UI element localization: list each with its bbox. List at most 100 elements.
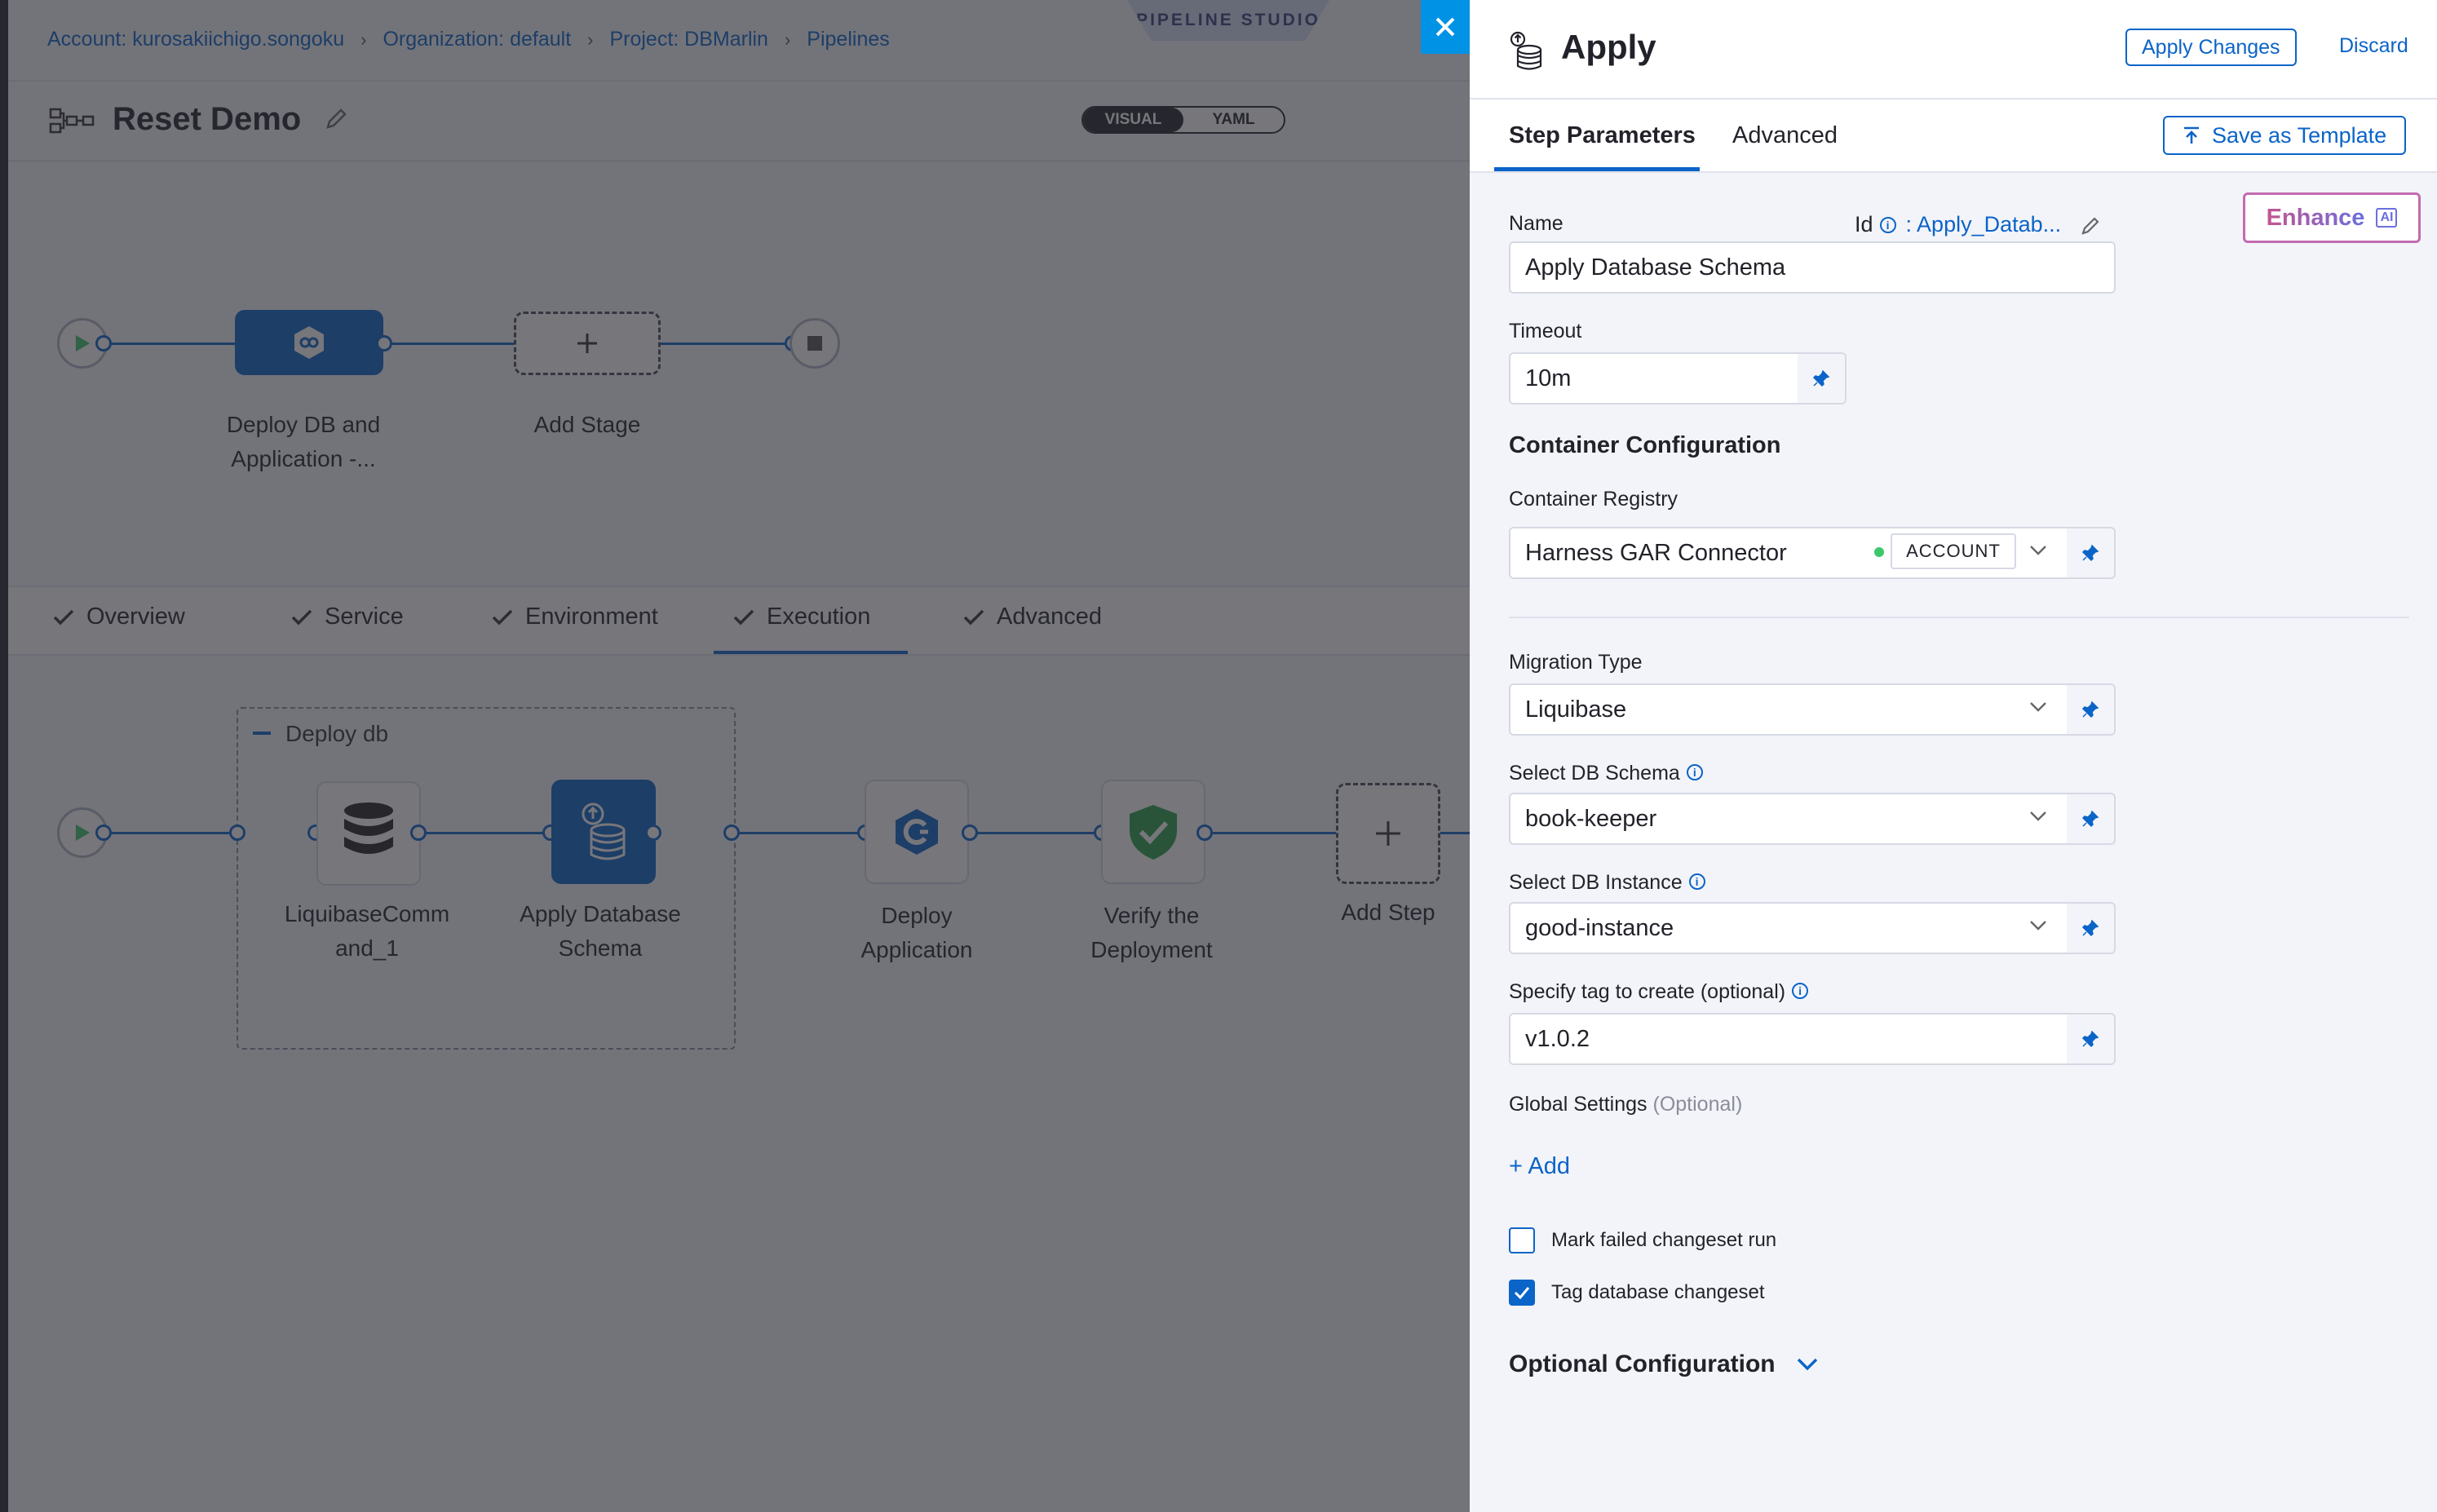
info-icon[interactable]: i [1688,873,1705,890]
visual-view-button[interactable]: VISUAL [1083,108,1183,132]
apply-changes-button[interactable]: Apply Changes [2125,29,2297,66]
panel-header: Apply Apply Changes Discard [1470,0,2437,99]
database-icon [344,802,393,854]
step-label: Deploy Application [860,903,973,962]
tag-changeset-label: Tag database changeset [1551,1281,1765,1303]
tag-changeset-checkbox-row[interactable]: Tag database changeset [1509,1280,1765,1306]
db-instance-value: good-instance [1525,914,1674,941]
container-registry-value: Harness GAR Connector [1525,539,1787,566]
pipeline-end-node [789,318,840,369]
connector-dot [229,825,245,841]
migration-type-value: Liquibase [1525,696,1627,723]
db-instance-label: Select DB Instance i [1509,871,1705,895]
panel-tabs: Step Parameters Advanced Save as Templat… [1470,99,2437,173]
info-icon[interactable]: i [1686,764,1703,780]
yaml-view-button[interactable]: YAML [1183,108,1284,132]
tab-execution[interactable]: Execution [732,603,870,630]
pin-icon[interactable] [2067,527,2116,579]
add-global-setting-link[interactable]: + Add [1509,1153,1570,1180]
step-deploy-application[interactable] [865,780,969,884]
breadcrumb-separator: › [360,29,367,50]
name-label: Name [1509,212,1563,235]
database-icon [582,802,626,860]
connector-dot [95,825,112,841]
chevron-down-icon [2030,702,2046,712]
connector-dot [962,825,978,841]
connector-dot [376,335,392,351]
check-icon [492,609,513,625]
close-panel-button[interactable] [1421,0,1470,54]
info-icon[interactable]: i [1879,216,1896,233]
step-label: Verify the Deployment [1090,903,1213,962]
optional-configuration-toggle[interactable]: Optional Configuration [1509,1351,1818,1378]
tab-environment[interactable]: Environment [491,603,658,630]
chevron-down-icon [2030,546,2046,555]
step-label: Apply Database Schema [520,901,681,961]
step-apply-database-schema[interactable] [551,780,656,884]
stage-connector-line [82,343,791,345]
tag-input[interactable]: v1.0.2 [1509,1013,2068,1065]
stage-label: Deploy DB and Application -... [226,412,381,471]
stage-label: Add Stage [533,412,641,437]
chevron-down-icon [1797,1358,1817,1371]
id-value: : Apply_Datab... [1905,212,2062,237]
tab-step-parameters[interactable]: Step Parameters [1509,122,1696,149]
step-group-deploy-db[interactable] [237,707,736,1050]
close-icon [1435,17,1455,37]
db-schema-select[interactable]: book-keeper [1509,793,2068,845]
timeout-input[interactable]: 10m [1509,352,1799,405]
enhance-label: Enhance [2266,204,2365,231]
migration-type-select[interactable]: Liquibase [1509,683,2068,736]
breadcrumb-pipelines[interactable]: Pipelines [807,28,889,51]
pin-icon[interactable] [1798,352,1847,405]
timeout-label: Timeout [1509,320,1582,343]
step-label: LiquibaseComm and_1 [284,901,450,961]
name-input[interactable]: Apply Database Schema [1509,241,2116,294]
tab-advanced[interactable]: Advanced [962,603,1102,630]
status-dot [1874,547,1884,557]
add-stage-button[interactable] [514,312,661,375]
id-label: Id [1855,212,1873,237]
shield-check-icon [1130,805,1177,860]
breadcrumb-account[interactable]: Account: kurosakiichigo.songoku [47,28,344,51]
active-tab-indicator [1494,167,1700,171]
save-as-template-button[interactable]: Save as Template [2163,116,2407,155]
tab-advanced[interactable]: Advanced [1732,122,1838,149]
mark-failed-checkbox-row[interactable]: Mark failed changeset run [1509,1227,1776,1253]
tab-service[interactable]: Service [290,603,404,630]
pin-icon[interactable] [2067,793,2116,845]
tab-overview[interactable]: Overview [52,603,185,630]
connector-dot [645,825,661,841]
stage-deploy-db[interactable] [235,310,383,375]
check-icon [291,609,312,625]
pin-icon[interactable] [2067,902,2116,954]
db-instance-select[interactable]: good-instance [1509,902,2068,954]
connector-dot [410,825,427,841]
step-verify-deployment[interactable] [1101,780,1205,884]
enhance-ai-button[interactable]: Enhance AI [2243,192,2421,243]
tag-changeset-checkbox[interactable] [1509,1280,1535,1306]
panel-title: Apply [1561,28,1656,66]
discard-button[interactable]: Discard [2339,34,2408,58]
view-toggle[interactable]: VISUAL YAML [1081,106,1285,134]
breadcrumb-separator: › [784,29,791,50]
pin-icon[interactable] [2067,683,2116,736]
info-icon[interactable]: i [1792,983,1809,999]
breadcrumb-project[interactable]: Project: DBMarlin [609,28,768,51]
db-schema-label: Select DB Schema i [1509,762,1703,785]
play-icon [76,825,90,841]
play-icon [76,335,90,351]
upload-icon [2184,126,2199,144]
deploy-icon [294,326,324,359]
check-icon [733,609,754,625]
breadcrumb-organization[interactable]: Organization: default [383,28,571,51]
tag-label: Specify tag to create (optional) i [1509,980,1809,1004]
pin-icon[interactable] [2067,1013,2116,1065]
stop-icon [807,336,822,351]
mark-failed-checkbox[interactable] [1509,1227,1535,1253]
step-liquibase-command[interactable] [316,781,421,886]
check-icon [53,609,74,625]
edit-icon[interactable] [325,106,349,135]
header-divider [8,80,1470,82]
add-step-button[interactable] [1336,783,1440,884]
